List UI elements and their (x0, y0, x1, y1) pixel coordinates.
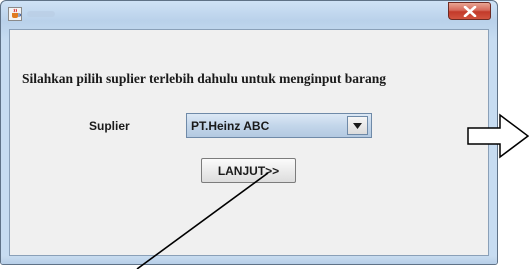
supplier-selected-value: PT.Heinz ABC (191, 119, 270, 133)
supplier-dropdown[interactable]: PT.Heinz ABC (186, 113, 372, 138)
window-bottom-edge (1, 256, 497, 264)
title-bar[interactable] (1, 1, 497, 29)
chevron-down-icon (353, 123, 362, 129)
java-cup-icon (8, 7, 22, 21)
supplier-label: Suplier (89, 119, 130, 133)
dialog-window: Silahkan pilih suplier terlebih dahulu u… (0, 0, 498, 265)
content-panel (9, 29, 489, 256)
close-button[interactable] (448, 2, 491, 20)
window-title (27, 11, 55, 17)
next-button[interactable]: LANJUT>> (201, 158, 296, 183)
close-x-icon (463, 6, 476, 17)
dropdown-arrow-button[interactable] (347, 116, 368, 135)
instruction-text: Silahkan pilih suplier terlebih dahulu u… (22, 71, 387, 86)
